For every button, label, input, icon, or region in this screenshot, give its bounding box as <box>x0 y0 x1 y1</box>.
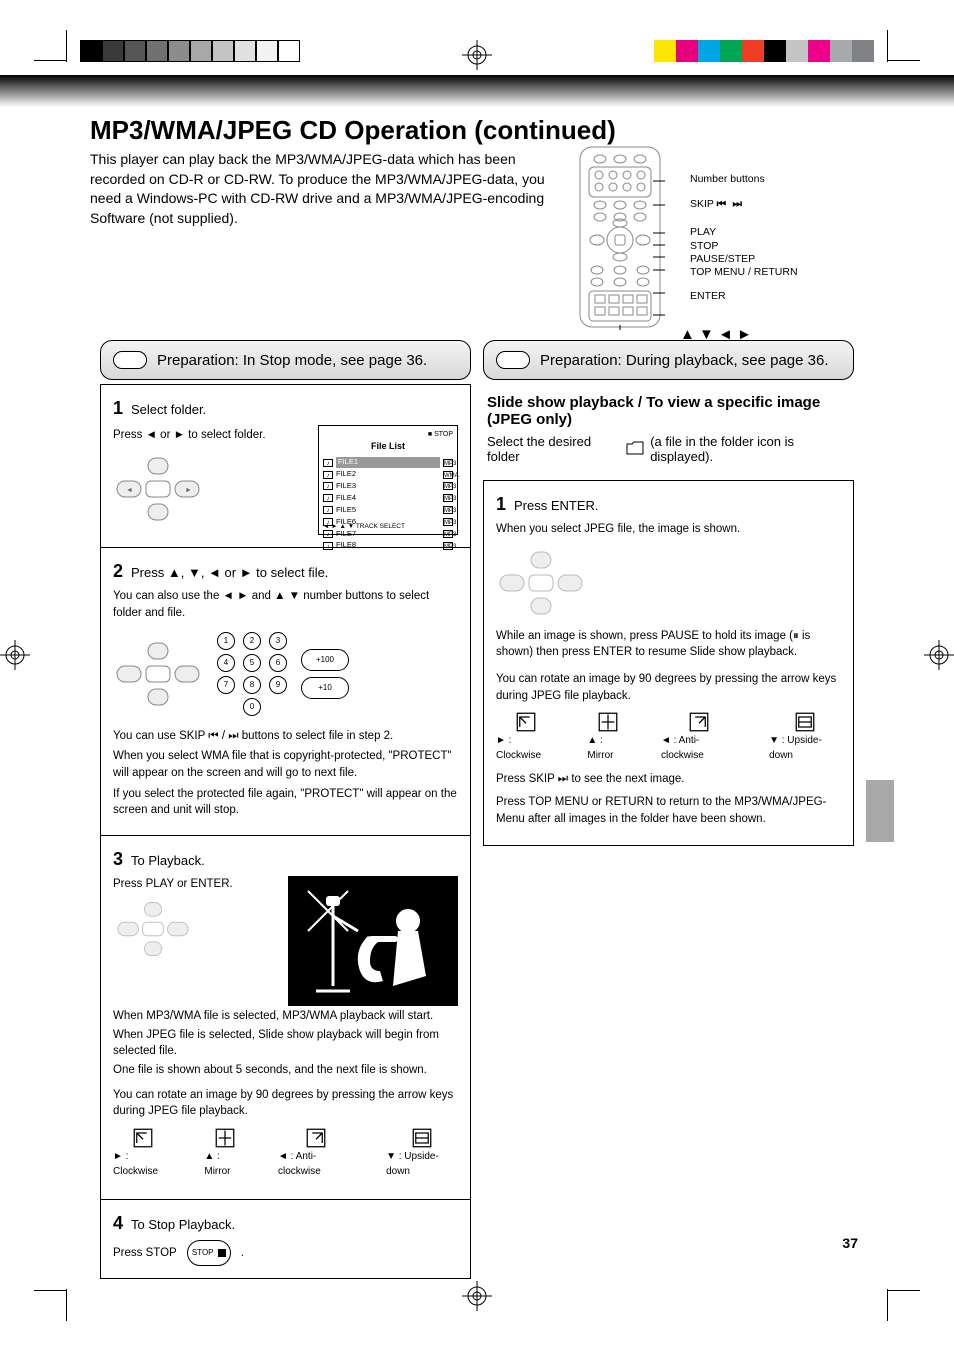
grayscale-swatches <box>80 40 300 62</box>
color-swatches <box>654 40 874 62</box>
right-intro: Slide show playback / To view a specific… <box>483 384 854 480</box>
right-header-text: Preparation: During playback, see page 3… <box>540 352 829 369</box>
rotate-icon: ◄ : Anti-clockwise <box>661 712 737 763</box>
rotate-icon: ▼ : Upside-down <box>386 1128 458 1179</box>
right-step-1: 1Press ENTER. When you select JPEG file,… <box>484 481 853 845</box>
registration-mark-icon <box>462 1281 492 1311</box>
svg-text:◄: ◄ <box>126 487 133 494</box>
number-keypad-icon: 1234567890 <box>217 630 287 718</box>
remote-diagram <box>575 145 665 330</box>
left-frame: 1Select folder. ■ STOP File List ♪FILE1M… <box>100 384 471 1279</box>
section-title: MP3/WMA/JPEG CD Operation (continued) <box>90 115 616 146</box>
right-header: Preparation: During playback, see page 3… <box>483 340 854 380</box>
plus-10-button: +10 <box>301 677 349 699</box>
remote-label-skip: SKIP ⏮ ⏭ <box>690 198 742 211</box>
left-column: Preparation: In Stop mode, see page 36. … <box>100 340 471 1279</box>
crop-mark <box>66 1289 67 1321</box>
step-1: 1Select folder. ■ STOP File List ♪FILE1M… <box>101 385 470 548</box>
crop-mark <box>34 1290 66 1291</box>
rotate-icon: ▲ : Mirror <box>204 1128 246 1179</box>
thumb-tab <box>866 780 894 842</box>
remote-label-enter: ENTER <box>690 290 726 303</box>
crop-mark <box>887 30 888 62</box>
crop-mark <box>34 60 66 61</box>
pill-icon <box>113 351 147 369</box>
rotate-icon: ► : Clockwise <box>496 712 555 763</box>
rotate-icon: ▼ : Upside-down <box>769 712 841 763</box>
jpeg-illustration <box>288 876 458 1006</box>
left-header: Preparation: In Stop mode, see page 36. <box>100 340 471 380</box>
section-subtitle: This player can play back the MP3/WMA/JP… <box>90 150 550 228</box>
plus-100-button: +100 <box>301 649 349 671</box>
crop-mark <box>888 1290 920 1291</box>
skip-prev-next-icon: ⏮ ⏭ <box>717 198 742 210</box>
page-number: 37 <box>842 1235 858 1251</box>
remote-label-stop: STOP <box>690 240 718 253</box>
step-4: 4To Stop Playback. Press STOP STOP . <box>101 1200 470 1278</box>
left-header-text: Preparation: In Stop mode, see page 36. <box>157 352 427 369</box>
content-columns: Preparation: In Stop mode, see page 36. … <box>100 340 854 1279</box>
step-2: 2Press ▲, ▼, ◄ or ► to select file. You … <box>101 548 470 836</box>
right-frame: 1Press ENTER. When you select JPEG file,… <box>483 480 854 846</box>
stop-button-icon: STOP <box>187 1240 231 1266</box>
rotate-icons-row: ► : Clockwise ▲ : Mirror ◄ : Anti-clockwis… <box>113 1128 458 1179</box>
rotate-icons-row: ► : Clockwise ▲ : Mirror ◄ : Anti-clockwis… <box>496 712 841 763</box>
right-column: Preparation: During playback, see page 3… <box>483 340 854 1279</box>
svg-text:►: ► <box>185 487 192 494</box>
remote-label-play: PLAY <box>690 226 716 239</box>
dpad-icon <box>496 548 586 618</box>
pill-icon <box>496 351 530 369</box>
header-gradient <box>0 75 954 107</box>
rotate-icon: ◄ : Anti-clockwise <box>278 1128 354 1179</box>
file-list-screenshot: ■ STOP File List ♪FILE1MP3♪FILE2WMA♪FILE… <box>318 425 458 535</box>
rotate-icon: ▲ : Mirror <box>587 712 629 763</box>
rotate-icon: ► : Clockwise <box>113 1128 172 1179</box>
dpad-icon <box>113 639 203 709</box>
remote-label-topmenu: TOP MENU / RETURN <box>690 266 798 279</box>
manual-page: MP3/WMA/JPEG CD Operation (continued) Th… <box>0 0 954 1351</box>
step-3: 3To Playback. <box>101 836 470 1200</box>
crop-mark <box>66 30 67 62</box>
dpad-icon: ◄► <box>113 454 203 524</box>
registration-mark-icon <box>924 640 954 670</box>
registration-mark-icon <box>0 640 30 670</box>
registration-mark-icon <box>462 40 492 70</box>
dpad-icon <box>113 899 193 959</box>
crop-mark <box>887 1289 888 1321</box>
remote-label-number: Number buttons <box>690 173 765 186</box>
folder-icon <box>626 441 644 458</box>
crop-mark <box>888 60 920 61</box>
remote-label-pause: PAUSE/STEP <box>690 253 755 266</box>
